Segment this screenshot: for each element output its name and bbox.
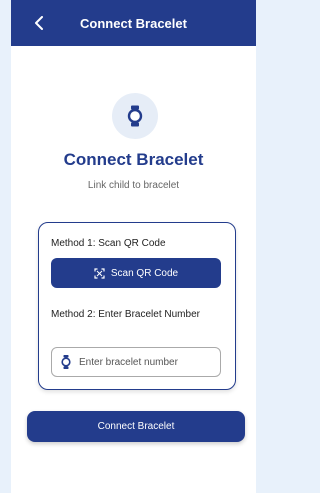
back-button[interactable] bbox=[29, 13, 49, 33]
qr-scan-icon bbox=[94, 267, 105, 279]
connect-bracelet-button[interactable]: Connect Bracelet bbox=[27, 411, 245, 442]
chevron-left-icon bbox=[35, 16, 43, 30]
method1-label: Method 1: Scan QR Code bbox=[51, 238, 166, 249]
bracelet-number-input[interactable] bbox=[79, 356, 209, 368]
bracelet-icon-circle bbox=[112, 93, 158, 139]
watch-icon bbox=[61, 355, 71, 369]
scan-qr-button-label: Scan QR Code bbox=[110, 267, 179, 279]
bracelet-number-field[interactable] bbox=[51, 347, 221, 377]
page-subtitle: Link child to bracelet bbox=[87, 180, 180, 191]
header-bar: Connect Bracelet bbox=[11, 0, 256, 46]
scan-qr-button[interactable]: Scan QR Code bbox=[51, 258, 221, 288]
page-title: Connect Bracelet bbox=[63, 150, 204, 169]
header-title: Connect Bracelet bbox=[80, 15, 187, 31]
watch-icon bbox=[127, 105, 143, 127]
method2-label: Method 2: Enter Bracelet Number bbox=[51, 309, 200, 320]
connect-methods-card: Method 1: Scan QR Code Scan QR Code Meth… bbox=[38, 222, 236, 390]
